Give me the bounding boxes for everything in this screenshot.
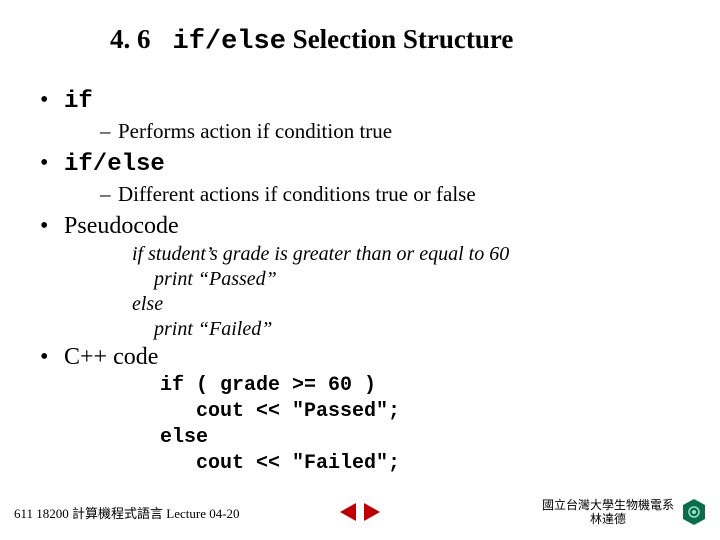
bullet-dot: • bbox=[40, 150, 64, 177]
slide-title: 4. 6 if/else Selection Structure bbox=[110, 24, 680, 57]
org-line2: 林達德 bbox=[542, 512, 674, 526]
if-desc-item: –Performs action if condition true bbox=[100, 119, 680, 144]
org-text: 國立台灣大學生物機電系 林達德 bbox=[542, 498, 674, 527]
pseudo-line: print “Passed” bbox=[132, 267, 680, 292]
cpp-label: C++ code bbox=[64, 344, 158, 370]
next-icon[interactable] bbox=[364, 503, 380, 521]
if-keyword: if bbox=[64, 88, 93, 115]
bullet-if: •if –Performs action if condition true bbox=[40, 87, 680, 144]
pseudo-line: else bbox=[132, 292, 680, 317]
bullet-ifelse: •if/else –Different actions if condition… bbox=[40, 150, 680, 207]
sub-list: –Performs action if condition true bbox=[100, 119, 680, 144]
ifelse-desc: Different actions if conditions true or … bbox=[118, 182, 476, 206]
cpp-code-block: if ( grade >= 60 ) cout << "Passed"; els… bbox=[160, 373, 680, 477]
footer-right: 國立台灣大學生物機電系 林達德 bbox=[542, 498, 706, 527]
sub-list: –Different actions if conditions true or… bbox=[100, 182, 680, 207]
pseudocode-block: if student’s grade is greater than or eq… bbox=[132, 242, 680, 342]
ifelse-desc-item: –Different actions if conditions true or… bbox=[100, 182, 680, 207]
ifelse-keyword: if/else bbox=[64, 151, 165, 178]
bullet-cpp: •C++ code if ( grade >= 60 ) cout << "Pa… bbox=[40, 344, 680, 477]
footer: 611 18200 計算機程式語言 Lecture 04-20 國立台灣大學生物… bbox=[0, 490, 720, 534]
bullet-dot: • bbox=[40, 344, 64, 371]
title-code: if/else bbox=[173, 27, 286, 57]
slide: 4. 6if/else Selection Structure •if –Per… bbox=[0, 0, 720, 540]
pseudocode-label: Pseudocode bbox=[64, 213, 179, 239]
logo-icon bbox=[682, 498, 706, 526]
pseudo-line: if student’s grade is greater than or eq… bbox=[132, 242, 680, 267]
prev-icon[interactable] bbox=[340, 503, 356, 521]
dash-icon: – bbox=[100, 182, 118, 207]
footer-left: 611 18200 計算機程式語言 Lecture 04-20 bbox=[14, 503, 240, 522]
title-section: 4. 6 bbox=[110, 24, 151, 54]
org-line1: 國立台灣大學生物機電系 bbox=[542, 498, 674, 512]
pseudo-line: print “Failed” bbox=[132, 317, 680, 342]
dash-icon: – bbox=[100, 119, 118, 144]
bullet-list: •if –Performs action if condition true •… bbox=[40, 87, 680, 477]
title-rest: Selection Structure bbox=[286, 24, 513, 54]
bullet-pseudocode: •Pseudocode if student’s grade is greate… bbox=[40, 213, 680, 342]
if-desc: Performs action if condition true bbox=[118, 119, 392, 143]
bullet-dot: • bbox=[40, 87, 64, 114]
nav-buttons bbox=[340, 503, 380, 521]
bullet-dot: • bbox=[40, 213, 64, 240]
